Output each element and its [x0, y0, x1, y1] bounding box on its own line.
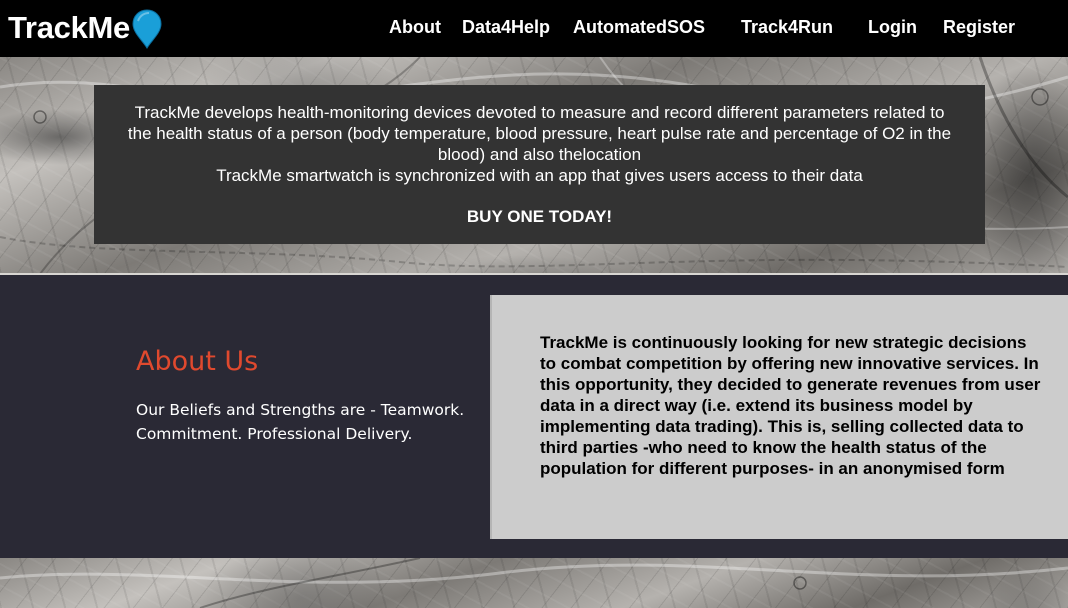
intro-description: TrackMe develops health-monitoring devic… — [127, 103, 952, 164]
top-navbar: TrackMe About Data4Help AutomatedSOS Tra… — [0, 0, 1068, 57]
about-panel-text: TrackMe is continuously looking for new … — [540, 333, 1041, 478]
intro-box: TrackMe develops health-monitoring devic… — [94, 85, 985, 244]
map-pin-icon — [132, 9, 162, 49]
buy-cta[interactable]: BUY ONE TODAY! — [94, 206, 985, 227]
footer-map-background — [0, 558, 1068, 608]
intro-sync-text: TrackMe smartwatch is synchronized with … — [216, 166, 863, 185]
nav-login[interactable]: Login — [868, 17, 917, 38]
about-heading: About Us — [136, 346, 259, 377]
about-info-panel: TrackMe is continuously looking for new … — [490, 295, 1068, 539]
nav-register[interactable]: Register — [943, 17, 1015, 38]
footer-map-decoration — [0, 558, 1068, 608]
about-section: About Us Our Beliefs and Strengths are -… — [0, 275, 1068, 558]
nav-about[interactable]: About — [389, 17, 441, 38]
nav-track4run[interactable]: Track4Run — [741, 17, 833, 38]
brand-logo[interactable]: TrackMe — [8, 9, 162, 49]
brand-name: TrackMe — [8, 10, 130, 45]
nav-automatedsos[interactable]: AutomatedSOS — [573, 17, 705, 38]
nav-data4help[interactable]: Data4Help — [462, 17, 550, 38]
about-beliefs-text: Our Beliefs and Strengths are - Teamwork… — [136, 401, 465, 443]
